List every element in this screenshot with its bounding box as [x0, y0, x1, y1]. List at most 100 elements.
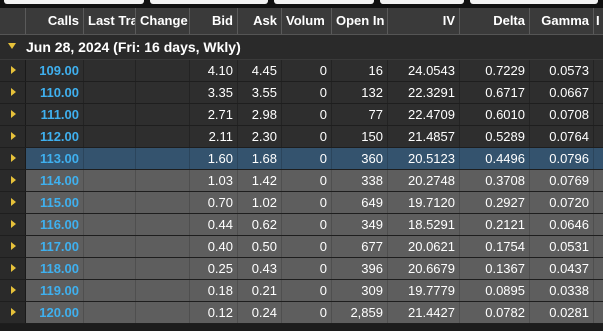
toolbar-field[interactable]: [274, 0, 374, 4]
delta-cell: 0.2927: [460, 192, 530, 213]
option-row[interactable]: 114.00 1.03 1.42 0 338 20.2748 0.3708 0.0769: [0, 170, 603, 192]
bid-cell: 4.10: [190, 60, 238, 81]
volume-cell: 0: [282, 82, 332, 103]
expand-arrow-icon[interactable]: [11, 110, 16, 118]
last-trade-cell: [84, 236, 136, 257]
strike-cell: 120.00: [26, 302, 84, 323]
expand-arrow-icon[interactable]: [11, 198, 16, 206]
option-row[interactable]: 116.00 0.44 0.62 0 349 18.5291 0.2121 0.0646: [0, 214, 603, 236]
last-trade-cell: [84, 126, 136, 147]
gamma-cell: 0.0437: [530, 258, 594, 279]
expand-arrow-icon[interactable]: [11, 286, 16, 294]
header-change[interactable]: Change: [136, 8, 190, 34]
ask-cell: 0.43: [238, 258, 282, 279]
ask-cell: 1.68: [238, 148, 282, 169]
gamma-cell: 0.0720: [530, 192, 594, 213]
strike-cell: 115.00: [26, 192, 84, 213]
row-expander[interactable]: [0, 236, 26, 257]
last-trade-cell: [84, 214, 136, 235]
open-interest-cell: 360: [332, 148, 388, 169]
header-gamma[interactable]: Gamma: [530, 8, 594, 34]
bid-cell: 0.25: [190, 258, 238, 279]
option-row[interactable]: 118.00 0.25 0.43 0 396 20.6679 0.1367 0.0437: [0, 258, 603, 280]
expand-arrow-icon[interactable]: [11, 132, 16, 140]
expand-arrow-icon[interactable]: [11, 154, 16, 162]
ask-cell: 1.02: [238, 192, 282, 213]
delta-cell: 0.7229: [460, 60, 530, 81]
toolbar-field[interactable]: [150, 0, 268, 4]
row-expander[interactable]: [0, 192, 26, 213]
expand-arrow-icon[interactable]: [11, 88, 16, 96]
strike-cell: 112.00: [26, 126, 84, 147]
strike-cell: 111.00: [26, 104, 84, 125]
volume-cell: 0: [282, 170, 332, 191]
toolbar-field[interactable]: [4, 0, 144, 4]
gamma-cell: 0.0769: [530, 170, 594, 191]
option-row[interactable]: 113.00 1.60 1.68 0 360 20.5123 0.4496 0.0796: [0, 148, 603, 170]
extra-cell: [594, 258, 603, 279]
row-expander[interactable]: [0, 214, 26, 235]
header-iv[interactable]: IV: [388, 8, 460, 34]
row-expander[interactable]: [0, 104, 26, 125]
expand-arrow-icon[interactable]: [11, 176, 16, 184]
change-cell: [136, 82, 190, 103]
change-cell: [136, 104, 190, 125]
row-expander[interactable]: [0, 258, 26, 279]
bid-cell: 2.11: [190, 126, 238, 147]
row-expander[interactable]: [0, 148, 26, 169]
option-row[interactable]: 109.00 4.10 4.45 0 16 24.0543 0.7229 0.0573: [0, 60, 603, 82]
open-interest-cell: 77: [332, 104, 388, 125]
header-calls[interactable]: Calls: [26, 8, 84, 34]
iv-cell: 22.4709: [388, 104, 460, 125]
header-ask[interactable]: Ask: [238, 8, 282, 34]
last-trade-cell: [84, 170, 136, 191]
row-expander[interactable]: [0, 60, 26, 81]
extra-cell: [594, 170, 603, 191]
bid-cell: 1.03: [190, 170, 238, 191]
strike-cell: 110.00: [26, 82, 84, 103]
row-expander[interactable]: [0, 82, 26, 103]
header-extra[interactable]: I: [594, 8, 603, 34]
open-interest-cell: 16: [332, 60, 388, 81]
toolbar-field[interactable]: [470, 0, 598, 4]
expiry-group-header[interactable]: Jun 28, 2024 (Fri: 16 days, Wkly): [0, 35, 603, 60]
ask-cell: 0.24: [238, 302, 282, 323]
header-last-trade[interactable]: Last Tra: [84, 8, 136, 34]
toolbar-field[interactable]: [380, 0, 464, 4]
bid-cell: 3.35: [190, 82, 238, 103]
collapse-triangle-icon[interactable]: [8, 43, 16, 49]
option-row[interactable]: 112.00 2.11 2.30 0 150 21.4857 0.5289 0.0764: [0, 126, 603, 148]
header-delta[interactable]: Delta: [460, 8, 530, 34]
volume-cell: 0: [282, 236, 332, 257]
row-expander[interactable]: [0, 170, 26, 191]
last-trade-cell: [84, 302, 136, 323]
volume-cell: 0: [282, 104, 332, 125]
option-row[interactable]: 110.00 3.35 3.55 0 132 22.3291 0.6717 0.0667: [0, 82, 603, 104]
volume-cell: 0: [282, 258, 332, 279]
volume-cell: 0: [282, 60, 332, 81]
option-row[interactable]: 120.00 0.12 0.24 0 2,859 21.4427 0.0782 0.0281: [0, 302, 603, 324]
row-expander[interactable]: [0, 280, 26, 301]
header-bid[interactable]: Bid: [190, 8, 238, 34]
bid-cell: 2.71: [190, 104, 238, 125]
bid-cell: 0.40: [190, 236, 238, 257]
expand-arrow-icon[interactable]: [11, 220, 16, 228]
header-open-interest[interactable]: Open In: [332, 8, 388, 34]
option-row[interactable]: 111.00 2.71 2.98 0 77 22.4709 0.6010 0.0708: [0, 104, 603, 126]
gamma-cell: 0.0708: [530, 104, 594, 125]
option-row[interactable]: 117.00 0.40 0.50 0 677 20.0621 0.1754 0.0531: [0, 236, 603, 258]
expand-arrow-icon[interactable]: [11, 264, 16, 272]
iv-cell: 19.7120: [388, 192, 460, 213]
option-row[interactable]: 115.00 0.70 1.02 0 649 19.7120 0.2927 0.0720: [0, 192, 603, 214]
expand-arrow-icon[interactable]: [11, 308, 16, 316]
delta-cell: 0.5289: [460, 126, 530, 147]
row-expander[interactable]: [0, 126, 26, 147]
strike-cell: 117.00: [26, 236, 84, 257]
row-expander[interactable]: [0, 302, 26, 323]
expand-arrow-icon[interactable]: [11, 66, 16, 74]
option-row[interactable]: 119.00 0.18 0.21 0 309 19.7779 0.0895 0.0338: [0, 280, 603, 302]
expand-arrow-icon[interactable]: [11, 242, 16, 250]
extra-cell: [594, 236, 603, 257]
header-volume[interactable]: Volum: [282, 8, 332, 34]
iv-cell: 20.0621: [388, 236, 460, 257]
